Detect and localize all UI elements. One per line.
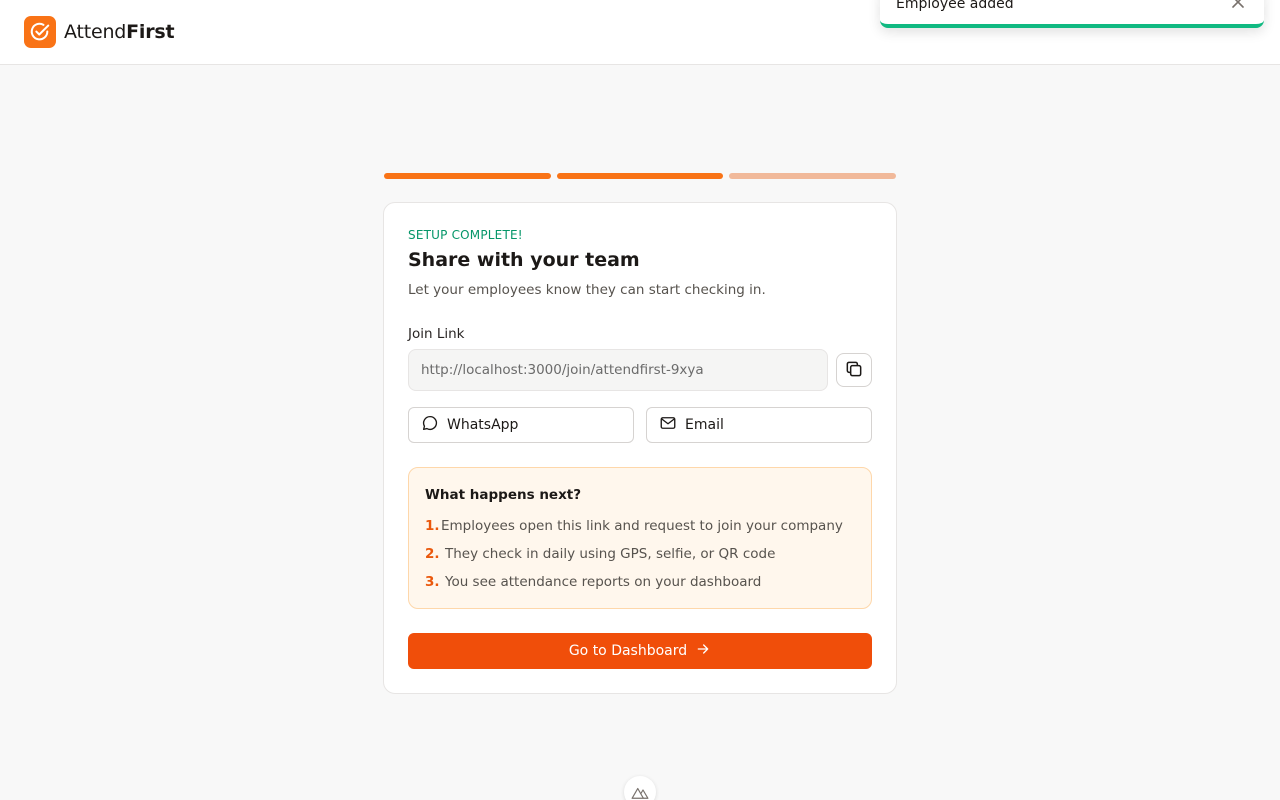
progress-step-2 bbox=[556, 173, 724, 179]
toast-notification: Employee added bbox=[880, 0, 1264, 28]
go-to-dashboard-button[interactable]: Go to Dashboard bbox=[408, 633, 872, 669]
brand-name: AttendFirst bbox=[64, 21, 175, 43]
check-circle-icon bbox=[24, 16, 56, 48]
join-link-label: Join Link bbox=[408, 326, 465, 342]
page-title: Share with your team bbox=[408, 249, 640, 271]
arrow-right-icon bbox=[695, 641, 711, 661]
cta-label: Go to Dashboard bbox=[568, 643, 688, 659]
close-icon[interactable] bbox=[1230, 0, 1246, 10]
next-steps-list: 1. Employees open this link and request … bbox=[425, 518, 843, 602]
next-steps-title: What happens next? bbox=[425, 487, 582, 503]
email-label: Email bbox=[685, 417, 724, 433]
chat-bubble-icon bbox=[421, 414, 439, 436]
copy-icon bbox=[844, 359, 864, 382]
whatsapp-label: WhatsApp bbox=[447, 417, 519, 433]
devtools-badge[interactable] bbox=[624, 776, 656, 800]
step-text: Employees open this link and request to … bbox=[441, 518, 843, 534]
setup-progress bbox=[384, 173, 897, 179]
step-number: 3. bbox=[425, 574, 440, 590]
list-item: 3. You see attendance reports on your da… bbox=[425, 574, 843, 602]
share-card: SETUP COMPLETE! Share with your team Let… bbox=[383, 202, 897, 694]
progress-step-1 bbox=[384, 173, 551, 179]
toast-message: Employee added bbox=[896, 0, 1014, 12]
setup-complete-label: SETUP COMPLETE! bbox=[408, 228, 523, 242]
step-text: You see attendance reports on your dashb… bbox=[445, 574, 762, 590]
step-number: 1. bbox=[425, 518, 440, 534]
copy-link-button[interactable] bbox=[836, 353, 872, 387]
brand-suffix: First bbox=[126, 21, 175, 43]
list-item: 2. They check in daily using GPS, selfie… bbox=[425, 546, 843, 574]
brand-link[interactable]: AttendFirst bbox=[24, 16, 175, 48]
brand-prefix: Attend bbox=[64, 21, 127, 43]
mountain-logo-icon bbox=[631, 784, 649, 800]
share-email-button[interactable]: Email bbox=[646, 407, 872, 443]
share-whatsapp-button[interactable]: WhatsApp bbox=[408, 407, 634, 443]
mail-icon bbox=[659, 414, 677, 436]
step-text: They check in daily using GPS, selfie, o… bbox=[445, 546, 776, 562]
next-steps-panel: What happens next? 1. Employees open thi… bbox=[408, 467, 872, 609]
join-link-input[interactable] bbox=[408, 349, 828, 391]
page-subtitle: Let your employees know they can start c… bbox=[408, 282, 766, 298]
progress-step-3 bbox=[729, 173, 897, 179]
step-number: 2. bbox=[425, 546, 440, 562]
list-item: 1. Employees open this link and request … bbox=[425, 518, 843, 546]
